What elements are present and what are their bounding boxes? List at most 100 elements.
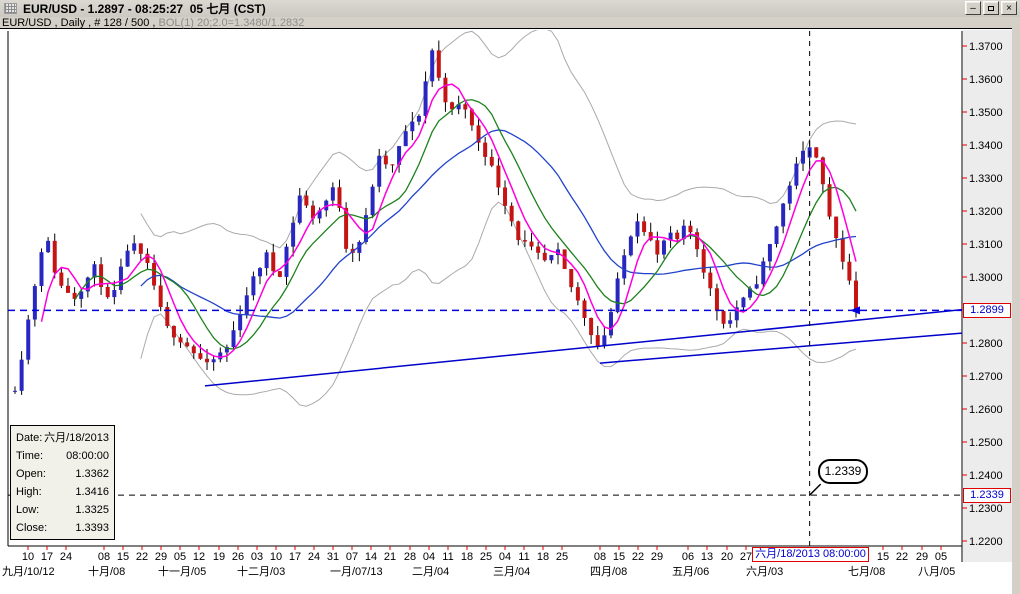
chart-area[interactable]: 1.3700 1.3600 1.3500 1.3400 1.3300 1.3200 1.31… [0, 28, 1012, 578]
candle-body[interactable] [741, 297, 746, 308]
candle-body[interactable] [291, 222, 296, 247]
candle-body[interactable] [589, 317, 594, 336]
candle-body[interactable] [330, 187, 335, 201]
minimize-button[interactable]: – [965, 1, 981, 15]
candle-body[interactable] [205, 358, 210, 363]
candle-body[interactable] [767, 244, 772, 262]
candle-body[interactable] [277, 271, 282, 277]
candle-body[interactable] [794, 163, 799, 186]
candle-body[interactable] [708, 272, 713, 289]
candle-body[interactable] [271, 252, 276, 272]
candle-body[interactable] [774, 226, 779, 245]
candle-body[interactable] [244, 295, 249, 315]
restore-button[interactable] [983, 1, 999, 15]
candle-body[interactable] [370, 186, 375, 216]
candle-body[interactable] [854, 280, 858, 311]
candle-body[interactable] [416, 115, 421, 122]
candle-body[interactable] [211, 359, 216, 363]
candle-body[interactable] [152, 263, 157, 286]
candle-body[interactable] [118, 266, 123, 291]
candle-body[interactable] [430, 50, 435, 82]
candle-body[interactable] [847, 261, 852, 281]
candle-body[interactable] [814, 147, 819, 158]
candle-body[interactable] [138, 243, 143, 254]
price-callout-bubble[interactable]: 1.2339 [818, 459, 868, 484]
candle-body[interactable] [13, 390, 17, 392]
candle-body[interactable] [509, 205, 514, 222]
candle-body[interactable] [834, 216, 839, 239]
candle-body[interactable] [787, 185, 792, 204]
candle-body[interactable] [185, 342, 190, 347]
candle-body[interactable] [721, 311, 726, 324]
candle-body[interactable] [436, 50, 441, 78]
candle-body[interactable] [178, 337, 183, 343]
candle-body[interactable] [529, 241, 534, 247]
candle-body[interactable] [443, 77, 448, 103]
candle-body[interactable] [92, 264, 97, 278]
candle-body[interactable] [19, 359, 24, 391]
candle-body[interactable] [536, 246, 541, 253]
candle-body[interactable] [132, 243, 137, 251]
candle-body[interactable] [569, 268, 574, 288]
candle-body[interactable] [840, 238, 845, 262]
candle-body[interactable] [59, 272, 64, 286]
candle-body[interactable] [403, 131, 408, 147]
candle-body[interactable] [32, 286, 37, 320]
candle-body[interactable] [549, 255, 554, 261]
candle-body[interactable] [642, 221, 647, 233]
candle-body[interactable] [112, 290, 117, 298]
candle-body[interactable] [251, 276, 256, 296]
candle-body[interactable] [198, 353, 203, 359]
candle-body[interactable] [595, 335, 600, 346]
candle-body[interactable] [410, 121, 415, 132]
candle-body[interactable] [728, 320, 733, 324]
candle-body[interactable] [781, 203, 786, 227]
candle-body[interactable] [390, 164, 395, 166]
candle-body[interactable] [516, 221, 521, 241]
candle-body[interactable] [377, 155, 382, 187]
candle-body[interactable] [171, 325, 176, 338]
candle-body[interactable] [52, 240, 57, 273]
candle-body[interactable] [496, 165, 501, 188]
candle-body[interactable] [264, 252, 269, 269]
candle-body[interactable] [761, 261, 766, 285]
candle-body[interactable] [238, 314, 243, 331]
candle-body[interactable] [105, 286, 110, 298]
candle-body[interactable] [218, 352, 223, 360]
candle-body[interactable] [675, 232, 680, 240]
candle-body[interactable] [423, 81, 428, 116]
candle-body[interactable] [575, 287, 580, 301]
candle-body[interactable] [661, 240, 666, 255]
candle-body[interactable] [714, 288, 719, 312]
candle-body[interactable] [26, 319, 31, 360]
candle-body[interactable] [582, 300, 587, 318]
candle-body[interactable] [489, 156, 494, 166]
candle-body[interactable] [635, 221, 640, 237]
candle-body[interactable] [483, 142, 488, 157]
candle-body[interactable] [655, 240, 660, 255]
candle-body[interactable] [602, 335, 607, 346]
candle-body[interactable] [297, 195, 302, 223]
candle-body[interactable] [158, 285, 163, 307]
candle-body[interactable] [65, 285, 70, 293]
candle-body[interactable] [125, 250, 130, 267]
candle-body[interactable] [258, 268, 263, 277]
candle-body[interactable] [191, 346, 196, 354]
candle-body[interactable] [615, 278, 620, 313]
candle-body[interactable] [522, 240, 527, 242]
candle-body[interactable] [754, 284, 759, 289]
candle-body[interactable] [628, 236, 633, 256]
candle-body[interactable] [231, 330, 236, 348]
candle-body[interactable] [701, 249, 706, 273]
candle-body[interactable] [503, 187, 508, 206]
candle-body[interactable] [608, 312, 613, 336]
candle-body[interactable] [801, 150, 806, 164]
candle-body[interactable] [463, 104, 468, 110]
candle-body[interactable] [622, 255, 627, 279]
candle-body[interactable] [39, 252, 44, 287]
candle-body[interactable] [304, 195, 309, 206]
window-titlebar[interactable]: EUR/USD - 1.2897 - 08:25:27 05 七月 (CST) … [0, 0, 1020, 17]
close-button[interactable]: × [1001, 1, 1017, 15]
candle-body[interactable] [383, 155, 388, 165]
candle-body[interactable] [46, 240, 51, 253]
